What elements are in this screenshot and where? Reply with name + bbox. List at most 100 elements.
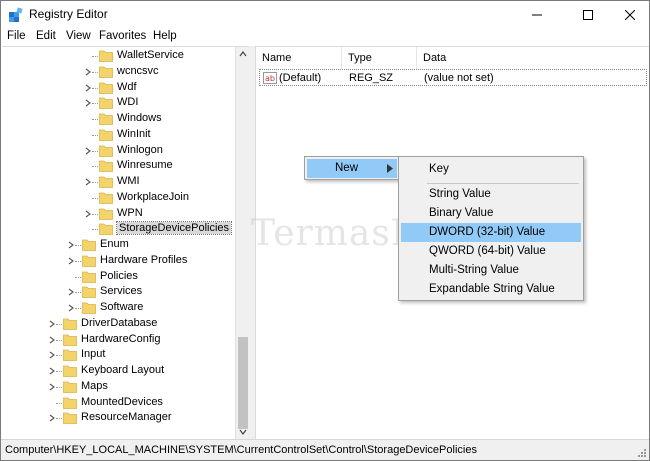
tree-item[interactable]: Input	[2, 347, 234, 363]
submenu-item-label: DWORD (32-bit) Value	[429, 226, 546, 238]
folder-icon	[63, 381, 77, 393]
chevron-right-icon[interactable]	[67, 257, 75, 265]
folder-icon	[63, 412, 77, 425]
tree-item[interactable]: Windows	[2, 111, 234, 127]
chevron-right-icon[interactable]	[84, 84, 92, 92]
chevron-right-icon[interactable]	[67, 241, 75, 249]
scroll-thumb[interactable]	[238, 337, 248, 429]
tree-item-label: Maps	[81, 379, 108, 392]
tree-item[interactable]: Winresume	[2, 158, 234, 174]
minimize-button[interactable]	[514, 1, 559, 28]
submenu-item-label: Binary Value	[429, 207, 494, 219]
chevron-right-icon[interactable]	[48, 351, 56, 359]
chevron-right-icon[interactable]	[84, 178, 92, 186]
tree-item[interactable]: HardwareConfig	[2, 332, 234, 348]
tree-item-label: Services	[100, 285, 143, 298]
menu-help[interactable]: Help	[153, 30, 177, 42]
folder-icon	[99, 97, 113, 110]
maximize-icon	[582, 9, 593, 20]
context-menu: New	[304, 156, 400, 180]
tree-item[interactable]: WMI	[2, 174, 234, 190]
tree-item[interactable]: Services	[2, 284, 234, 300]
menu-edit[interactable]: Edit	[36, 30, 56, 42]
value-type: REG_SZ	[349, 72, 394, 84]
tree-item[interactable]: Keyboard Layout	[2, 363, 234, 379]
tree-connector	[75, 245, 81, 246]
column-header-name[interactable]: Name	[256, 47, 341, 69]
tree-connector	[92, 56, 98, 57]
chevron-right-icon[interactable]	[48, 414, 56, 422]
status-bar: Computer\HKEY_LOCAL_MACHINE\SYSTEM\Curre…	[1, 439, 649, 460]
column-header-type[interactable]: Type	[342, 47, 416, 69]
tree-item[interactable]: StorageDevicePolicies	[2, 221, 234, 237]
tree-item-label: DriverDatabase	[81, 316, 158, 329]
submenu-item-label: QWORD (64-bit) Value	[429, 245, 546, 257]
chevron-right-icon[interactable]	[84, 99, 92, 107]
tree-item[interactable]: wcncsvc	[2, 64, 234, 80]
maximize-button[interactable]	[565, 1, 610, 28]
tree-connector	[56, 355, 62, 357]
folder-icon	[63, 365, 77, 377]
tree-connector	[56, 339, 62, 341]
tree-item[interactable]: WPN	[2, 206, 234, 222]
tree-item[interactable]: MountedDevices	[2, 395, 234, 411]
tree-connector	[92, 166, 98, 168]
tree-item[interactable]: Policies	[2, 269, 234, 285]
menu-item-new[interactable]: New	[307, 159, 397, 178]
tree-item[interactable]: Enum	[2, 237, 234, 253]
submenu-item-key[interactable]: Key	[401, 160, 581, 179]
scroll-down-icon[interactable]	[238, 427, 248, 437]
tree-connector	[92, 213, 98, 215]
tree-item[interactable]: DriverDatabase	[2, 316, 234, 332]
tree-item[interactable]: Wdf	[2, 80, 234, 96]
tree-item-label: Wdf	[117, 80, 137, 93]
tree-connector	[92, 134, 98, 136]
submenu-item-expandable-string-value[interactable]: Expandable String Value	[401, 280, 581, 299]
chevron-right-icon[interactable]	[67, 288, 75, 296]
registry-editor-window: Registry Editor File Edit View Favorites…	[0, 0, 650, 461]
menu-file[interactable]: File	[7, 30, 26, 42]
column-header-data[interactable]: Data	[417, 47, 647, 69]
submenu-item-dword-value[interactable]: DWORD (32-bit) Value	[401, 223, 581, 242]
chevron-right-icon[interactable]	[48, 383, 56, 391]
tree-item[interactable]: Maps	[2, 379, 234, 395]
menu-view[interactable]: View	[66, 30, 91, 42]
chevron-right-icon[interactable]	[67, 304, 75, 312]
tree-scrollbar[interactable]	[235, 47, 249, 439]
chevron-right-icon[interactable]	[48, 367, 56, 375]
tree-connector	[75, 292, 81, 294]
value-row[interactable]: ab (Default) REG_SZ (value not set)	[259, 69, 647, 86]
tree-item-label: Software	[100, 301, 144, 313]
close-button[interactable]	[607, 1, 650, 28]
tree-item-label: Enum	[100, 238, 129, 250]
chevron-right-icon[interactable]	[48, 336, 56, 344]
tree-item[interactable]: WorkplaceJoin	[2, 190, 234, 206]
chevron-right-icon[interactable]	[84, 147, 92, 155]
submenu-item-label: String Value	[429, 188, 491, 200]
resize-grip-icon[interactable]	[637, 448, 647, 458]
folder-icon	[99, 176, 113, 188]
submenu-item-binary-value[interactable]: Binary Value	[401, 204, 581, 223]
tree-item-label: WPN	[117, 206, 143, 219]
tree-item[interactable]: Software	[2, 300, 234, 316]
submenu-item-string-value[interactable]: String Value	[401, 185, 581, 204]
new-submenu: Key String Value Binary Value DWORD (32-…	[398, 156, 584, 301]
tree-item[interactable]: Hardware Profiles	[2, 253, 234, 269]
folder-icon	[99, 208, 113, 220]
submenu-item-multi-string-value[interactable]: Multi-String Value	[401, 261, 581, 280]
tree-connector	[56, 402, 62, 404]
tree-item[interactable]: WalletService	[2, 48, 234, 64]
folder-icon	[82, 271, 96, 283]
chevron-right-icon[interactable]	[48, 320, 56, 328]
scroll-up-icon[interactable]	[238, 49, 248, 59]
tree-item[interactable]: WinInit	[2, 127, 234, 143]
chevron-right-icon[interactable]	[84, 210, 92, 218]
tree-item[interactable]: ResourceManager	[2, 410, 234, 426]
submenu-item-qword-value[interactable]: QWORD (64-bit) Value	[401, 242, 581, 261]
menu-favorites[interactable]: Favorites	[99, 30, 146, 42]
tree-item-label: Policies	[100, 269, 138, 282]
chevron-right-icon[interactable]	[84, 68, 92, 76]
tree-item[interactable]: Winlogon	[2, 143, 234, 159]
tree-item[interactable]: WDI	[2, 95, 234, 111]
tree-pane[interactable]: WalletService wcncsvc Wdf WDI Windows WinInit…	[2, 46, 249, 439]
